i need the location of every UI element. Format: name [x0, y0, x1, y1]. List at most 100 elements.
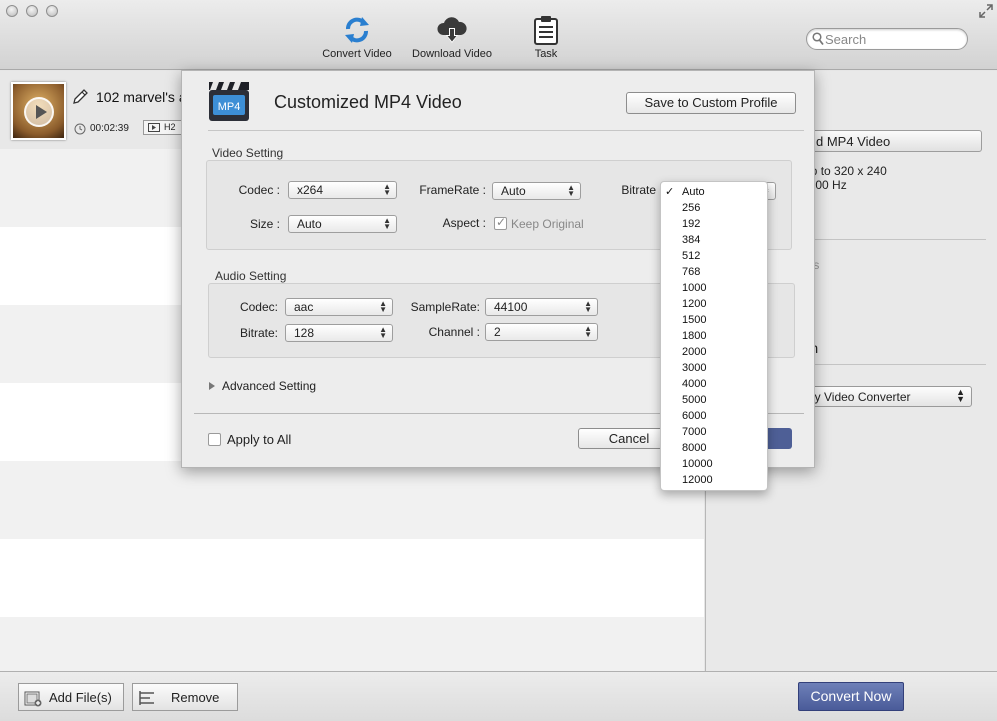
search-input[interactable]	[825, 31, 963, 47]
framerate-label: FrameRate :	[419, 183, 486, 197]
output-profile-label: d MP4 Video	[816, 134, 891, 149]
audio-setting-heading: Audio Setting	[215, 269, 287, 283]
video-bitrate-label: Bitrate	[621, 183, 656, 197]
video-thumbnail[interactable]	[11, 82, 66, 140]
menu-item[interactable]: 1800	[661, 328, 767, 344]
format-badge-label: H2	[164, 122, 176, 132]
convert-now-button[interactable]: Convert Now	[798, 682, 904, 711]
menu-item[interactable]: 1000	[661, 280, 767, 296]
list-item	[0, 461, 704, 539]
select-arrows-icon: ▲▼	[379, 299, 387, 314]
aspect-label: Aspect :	[442, 216, 486, 230]
bitrate-dropdown-menu[interactable]: ✓ Auto 256 192 384 512 768 1000 1200 1500…	[660, 181, 768, 491]
audio-bitrate-select[interactable]: 128 ▲ ▼	[285, 324, 393, 342]
menu-item[interactable]: 6000	[661, 408, 767, 424]
menu-item[interactable]: 256	[661, 200, 767, 216]
clipboard-icon	[534, 16, 558, 45]
menu-item[interactable]: 4000	[661, 376, 767, 392]
advanced-setting-toggle[interactable]: Advanced Setting	[222, 379, 316, 393]
audio-codec-value: aac	[294, 300, 314, 314]
clock-icon	[74, 123, 86, 135]
menu-item-label: 1200	[682, 298, 707, 310]
channel-label: Channel :	[428, 325, 480, 339]
menu-item-label: 768	[682, 266, 701, 278]
file-title: 102 marvel's ag	[96, 89, 195, 105]
window-zoom-button[interactable]	[46, 5, 58, 17]
menu-item[interactable]: 1200	[661, 296, 767, 312]
window-minimize-button[interactable]	[26, 5, 38, 17]
select-arrows-icon: ▲▼	[383, 182, 391, 197]
video-setting-heading: Video Setting	[212, 146, 284, 160]
select-arrows-icon: ▲▼	[567, 183, 575, 198]
film-icon	[148, 123, 160, 132]
menu-item[interactable]: 3000	[661, 360, 767, 376]
menu-item[interactable]: 1500	[661, 312, 767, 328]
apply-to-all-label: Apply to All	[227, 432, 292, 447]
samplerate-select[interactable]: 44100 ▲ ▼	[485, 298, 598, 316]
menu-item-label: 8000	[682, 442, 707, 454]
samplerate-value: 44100	[494, 300, 528, 314]
menu-item[interactable]: 768	[661, 264, 767, 280]
menu-item[interactable]: 8000	[661, 440, 767, 456]
menu-item-label: 512	[682, 250, 701, 262]
disclosure-triangle-icon[interactable]	[209, 382, 215, 390]
size-select[interactable]: Auto ▲ ▼	[288, 215, 397, 233]
menu-item-label: 2000	[682, 346, 707, 358]
save-custom-profile-button[interactable]: Save to Custom Profile	[626, 92, 796, 114]
video-codec-value: x264	[297, 183, 324, 197]
add-files-button[interactable]: Add File(s)	[18, 683, 124, 711]
menu-item[interactable]: 512	[661, 248, 767, 264]
download-video-button[interactable]: Download Video	[410, 14, 494, 66]
add-files-label: Add File(s)	[49, 690, 112, 705]
channel-select[interactable]: 2 ▲ ▼	[485, 323, 598, 341]
framerate-select[interactable]: Auto ▲ ▼	[492, 182, 581, 200]
menu-item-label: 7000	[682, 426, 707, 438]
remove-button[interactable]: Remove	[132, 683, 238, 711]
window-close-button[interactable]	[6, 5, 18, 17]
menu-item[interactable]: 5000	[661, 392, 767, 408]
menu-item-label: 192	[682, 218, 701, 230]
keep-original-checkbox[interactable]	[494, 215, 507, 230]
select-arrows-icon: ▲▼	[584, 299, 592, 314]
select-arrows-icon: ▲▼	[383, 216, 391, 231]
search-box[interactable]	[806, 28, 968, 50]
menu-item[interactable]: 2000	[661, 344, 767, 360]
menu-item-label: 1500	[682, 314, 707, 326]
play-icon[interactable]	[24, 97, 54, 127]
select-arrows-icon: ▲▼	[956, 387, 965, 404]
svg-text:MP4: MP4	[218, 101, 241, 113]
pencil-icon[interactable]	[71, 88, 89, 106]
list-item	[0, 539, 704, 617]
keep-original-label: Keep Original	[511, 217, 584, 231]
menu-item-label: Auto	[682, 186, 705, 198]
mp4-clapperboard-icon: MP4	[209, 82, 249, 121]
video-codec-label: Codec :	[238, 183, 280, 197]
menu-item[interactable]: 12000	[661, 472, 767, 488]
menu-item[interactable]: 384	[661, 232, 767, 248]
download-video-label: Download Video	[412, 48, 492, 60]
audio-codec-select[interactable]: aac ▲ ▼	[285, 298, 393, 316]
divider	[208, 130, 804, 131]
select-arrows-icon: ▲▼	[379, 325, 387, 340]
convert-video-button[interactable]: Convert Video	[320, 14, 394, 66]
menu-item[interactable]: 10000	[661, 456, 767, 472]
menu-item-label: 1800	[682, 330, 707, 342]
convert-video-label: Convert Video	[322, 48, 392, 60]
audio-codec-label: Codec:	[239, 300, 278, 314]
menu-item[interactable]: ✓ Auto	[661, 184, 767, 200]
samplerate-label: SampleRate:	[410, 300, 480, 314]
format-badge[interactable]: H2	[143, 120, 185, 135]
menu-item-label: 256	[682, 202, 701, 214]
file-duration: 00:02:39	[90, 123, 129, 134]
fullscreen-icon[interactable]	[979, 4, 993, 18]
cloud-download-icon	[437, 17, 467, 43]
menu-item-label: 1000	[682, 282, 707, 294]
apply-to-all-checkbox[interactable]	[208, 433, 221, 446]
menu-item-label: 3000	[682, 362, 707, 374]
task-button[interactable]: Task	[526, 14, 566, 66]
menu-item[interactable]: 7000	[661, 424, 767, 440]
menu-item[interactable]: 192	[661, 216, 767, 232]
checkmark-icon: ✓	[665, 186, 675, 198]
video-codec-select[interactable]: x264 ▲ ▼	[288, 181, 397, 199]
menu-item-label: 6000	[682, 410, 707, 422]
